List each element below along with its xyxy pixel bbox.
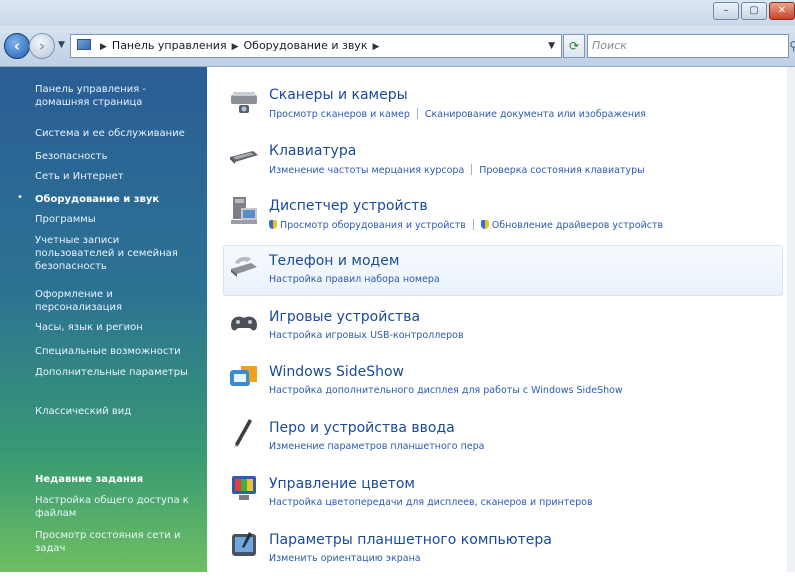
category-title[interactable]: Параметры планшетного компьютера (269, 532, 552, 548)
category-title[interactable]: Управление цветом (269, 476, 415, 492)
pen-icon (235, 419, 252, 447)
chevron-right-icon[interactable]: ▶ (232, 42, 239, 52)
close-button[interactable]: ✕ (769, 2, 795, 20)
main-content: Сканеры и камеры Просмотр сканеров и кам… (207, 67, 795, 572)
task-link[interactable]: Просмотр оборудования и устройств (280, 220, 466, 231)
history-dropdown-icon[interactable]: ▼ (58, 40, 65, 50)
sidebar-item-hardware-sound[interactable]: Оборудование и звук (35, 193, 200, 206)
scrollbar[interactable] (787, 67, 795, 572)
category-sideshow: Windows SideShow Настройка дополнительно… (207, 360, 795, 416)
back-button[interactable]: ‹ (4, 33, 30, 59)
category-title[interactable]: Windows SideShow (269, 364, 404, 380)
sidebar-item-user-accounts[interactable]: Учетные записи пользователей и семейная … (35, 234, 200, 273)
category-links: Настройка правил набора номера (269, 274, 440, 285)
sidebar-item-appearance[interactable]: Оформление и персонализация (35, 288, 200, 314)
task-link[interactable]: Проверка состояния клавиатуры (479, 165, 644, 176)
breadcrumb[interactable]: ▶ Панель управления ▶ Оборудование и звук ▶ … (70, 34, 562, 58)
sidebar-item-network[interactable]: Сеть и Интернет (35, 170, 200, 183)
breadcrumb-control-panel[interactable]: Панель управления (112, 39, 227, 52)
category-links: Настройка игровых USB-контроллеров (269, 330, 464, 341)
divider (472, 219, 474, 230)
keyboard-icon (230, 151, 258, 164)
category-links: Изменить ориентацию экрана (269, 553, 421, 564)
task-link[interactable]: Изменение параметров планшетного пера (269, 441, 485, 452)
category-links: Настройка дополнительного дисплея для ра… (269, 385, 623, 396)
category-device-manager: Диспетчер устройств Просмотр оборудовани… (207, 194, 795, 250)
sidebar-item-programs[interactable]: Программы (35, 213, 200, 226)
maximize-button[interactable]: ▢ (741, 2, 767, 20)
device-manager-icon (231, 197, 257, 224)
task-link[interactable]: Настройка игровых USB-контроллеров (269, 330, 464, 341)
minimize-button[interactable]: – (713, 2, 739, 20)
shield-icon (269, 220, 277, 229)
category-color-management: Управление цветом Настройка цветопередач… (207, 472, 795, 528)
sidebar-item-security[interactable]: Безопасность (35, 150, 200, 163)
recent-tasks-heading: Недавние задания (35, 474, 144, 485)
category-links: Настройка цветопередачи для дисплеев, ск… (269, 497, 593, 508)
divider (471, 164, 473, 175)
category-title[interactable]: Телефон и модем (269, 253, 399, 269)
title-bar: – ▢ ✕ (0, 0, 795, 26)
sidebar-item-system[interactable]: Система и ее обслуживание (35, 127, 200, 140)
task-link[interactable]: Просмотр сканеров и камер (269, 109, 410, 120)
category-links: Изменение параметров планшетного пера (269, 441, 485, 452)
refresh-button[interactable]: ⟳ (563, 34, 585, 58)
sidebar-item-classic-view[interactable]: Классический вид (35, 405, 200, 418)
task-link[interactable]: Обновление драйверов устройств (492, 220, 663, 231)
search-icon[interactable]: ⚲ (789, 35, 795, 57)
task-link[interactable]: Настройка цветопередачи для дисплеев, ск… (269, 497, 593, 508)
breadcrumb-hardware-sound[interactable]: Оборудование и звук (244, 39, 368, 52)
control-panel-icon (77, 39, 91, 50)
recent-task-network-status[interactable]: Просмотр состояния сети и задач (35, 529, 200, 555)
forward-button[interactable]: › (29, 33, 55, 59)
category-links: Просмотр сканеров и камер Сканирование до… (269, 108, 646, 120)
search-input[interactable]: Поиск ⚲ (587, 34, 795, 58)
active-bullet-icon: • (17, 192, 23, 203)
sidebar-item-accessibility[interactable]: Специальные возможности (35, 345, 200, 358)
category-title[interactable]: Клавиатура (269, 143, 356, 159)
category-game-controllers: Игровые устройства Настройка игровых USB… (207, 305, 795, 361)
category-title[interactable]: Игровые устройства (269, 309, 420, 325)
sidebar-item-clock-region[interactable]: Часы, язык и регион (35, 321, 200, 334)
category-title[interactable]: Диспетчер устройств (269, 198, 428, 214)
category-links: Просмотр оборудования и устройств Обновле… (269, 219, 663, 231)
category-keyboard: Клавиатура Изменение частоты мерцания ку… (207, 139, 795, 195)
tablet-icon (232, 532, 256, 556)
phone-modem-icon (231, 256, 257, 277)
category-pen-input: Перо и устройства ввода Изменение параме… (207, 416, 795, 472)
task-link[interactable]: Настройка дополнительного дисплея для ра… (269, 385, 623, 396)
sidebar-item-home[interactable]: Панель управления - домашняя страница (35, 83, 200, 109)
category-title[interactable]: Перо и устройства ввода (269, 420, 455, 436)
category-scanners: Сканеры и камеры Просмотр сканеров и кам… (207, 83, 795, 139)
category-phone-modem: Телефон и модем Настройка правил набора … (207, 249, 795, 305)
task-link[interactable]: Изменение частоты мерцания курсора (269, 165, 464, 176)
task-link[interactable]: Настройка правил набора номера (269, 274, 440, 285)
task-link[interactable]: Сканирование документа или изображения (425, 109, 646, 120)
category-tablet-pc: Параметры планшетного компьютера Изменит… (207, 528, 795, 584)
category-links: Изменение частоты мерцания курсора Провер… (269, 164, 645, 176)
task-link[interactable]: Изменить ориентацию экрана (269, 553, 421, 564)
category-title[interactable]: Сканеры и камеры (269, 87, 408, 103)
sideshow-icon (230, 366, 257, 386)
recent-task-sharing[interactable]: Настройка общего доступа к файлам (35, 494, 200, 520)
address-dropdown-icon[interactable]: ▼ (548, 35, 555, 57)
gamepad-icon (231, 316, 257, 331)
address-bar: ‹ › ▼ ▶ Панель управления ▶ Оборудование и … (0, 26, 795, 67)
sidebar: Панель управления - домашняя страница Си… (0, 67, 207, 572)
window-controls: – ▢ ✕ (713, 2, 795, 20)
chevron-right-icon[interactable]: ▶ (100, 42, 107, 52)
sidebar-item-additional[interactable]: Дополнительные параметры (35, 366, 200, 379)
divider (416, 108, 418, 119)
color-management-icon (232, 476, 256, 500)
shield-icon (480, 220, 489, 229)
chevron-right-icon[interactable]: ▶ (372, 42, 379, 52)
scanner-icon (231, 92, 257, 113)
